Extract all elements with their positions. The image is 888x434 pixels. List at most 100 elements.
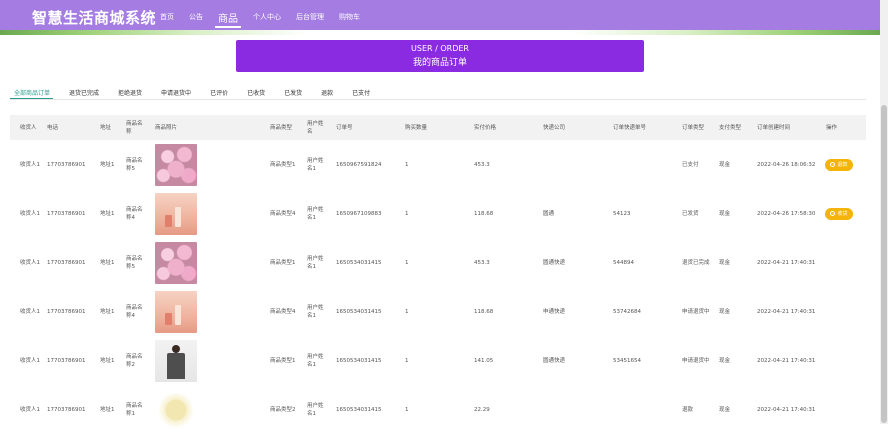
- banner-subtitle: USER / ORDER: [411, 44, 469, 53]
- col-header-tracking-no: 订单快递单号: [613, 124, 647, 131]
- cell-order-status: 申请退货中: [682, 357, 710, 364]
- cell-quantity: 1: [405, 308, 409, 315]
- cell-order-no: 1650967109883: [336, 210, 382, 217]
- cell-created-time: 2022-04-21 17:40:31: [757, 357, 816, 364]
- col-header-order-no: 订单号: [336, 124, 353, 131]
- cell-courier: 圆通快递: [543, 357, 566, 364]
- table-body: 收货人1 17703786901 地址1 商品名称5 商品类型1 用户姓名1 1650967…: [10, 140, 866, 434]
- table-row: 收货人1 17703786901 地址1 商品名称2 商品类型1 用户姓名1 1650534…: [10, 336, 866, 385]
- cell-receiver: 收货人1: [20, 161, 40, 168]
- cell-quantity: 1: [405, 210, 409, 217]
- cell-tracking-no: 544894: [613, 259, 634, 266]
- row-action-label: 收货: [837, 211, 848, 217]
- table-row: 收货人1 17703786901 地址1 商品名称4 商品类型4 用户姓名1 1650967…: [10, 189, 866, 238]
- cell-address: 地址1: [100, 210, 115, 217]
- cell-address: 地址1: [100, 357, 115, 364]
- cell-quantity: 1: [405, 161, 409, 168]
- cell-user-name: 用户姓名1: [307, 206, 324, 221]
- cell-created-time: 2022-04-21 17:40:31: [757, 259, 816, 266]
- cell-order-no: 1650967591824: [336, 161, 382, 168]
- tab-7[interactable]: 退款: [317, 86, 336, 99]
- table-row: 收货人1 17703786901 地址1 商品名称5 商品类型1 用户姓名1 1650534…: [10, 238, 866, 287]
- cell-courier: 圆通快递: [543, 259, 566, 266]
- product-image-person: [155, 340, 197, 382]
- product-image-cosmetics: [155, 193, 197, 235]
- cell-user-name: 用户姓名1: [307, 157, 324, 172]
- row-action-button[interactable]: ◦ 收货: [825, 207, 853, 220]
- col-header-order-status: 订单类型: [682, 124, 705, 131]
- cell-price: 22.29: [474, 406, 490, 413]
- cell-tracking-no: 53742684: [613, 308, 641, 315]
- site-title: 智慧生活商城系统: [32, 9, 157, 27]
- banner-title: 我的商品订单: [412, 58, 467, 68]
- nav-item-0[interactable]: 首页: [160, 12, 174, 22]
- cell-quantity: 1: [405, 406, 409, 413]
- product-image-roses: [155, 144, 197, 186]
- cell-phone: 17703786901: [47, 259, 86, 266]
- cell-product-name: 商品名称2: [126, 353, 143, 368]
- cell-order-status: 退货已完成: [682, 259, 710, 266]
- vertical-scrollbar[interactable]: [880, 0, 888, 424]
- table-row: 收货人1 17703786901 地址1 商品名称5 商品类型1 用户姓名1 1650967…: [10, 140, 866, 189]
- cell-receiver: 收货人1: [20, 406, 40, 413]
- cell-receiver: 收货人1: [20, 259, 40, 266]
- tab-5[interactable]: 已收货: [243, 86, 268, 99]
- cell-quantity: 1: [405, 259, 409, 266]
- col-header-address: 地址: [100, 124, 112, 131]
- cell-tracking-no: 54123: [613, 210, 631, 217]
- cell-pay-type: 现金: [719, 308, 731, 315]
- product-image-flower: [155, 389, 197, 431]
- cell-created-time: 2022-04-26 17:58:30: [757, 210, 816, 217]
- col-header-product-type: 商品类型: [270, 124, 293, 131]
- top-navbar: 智慧生活商城系统 首页 公告 商品 个人中心 后台管理 购物车: [0, 0, 880, 35]
- cell-user-name: 用户姓名1: [307, 304, 324, 319]
- row-action-button[interactable]: ◦ 退款: [825, 158, 853, 171]
- cell-courier: 圆通: [543, 210, 555, 217]
- cell-price: 118.68: [474, 210, 494, 217]
- product-image-cosmetics: [155, 291, 197, 333]
- cell-address: 地址1: [100, 259, 115, 266]
- cell-receiver: 收货人1: [20, 210, 40, 217]
- tab-1[interactable]: 退货已完成: [65, 86, 102, 99]
- header-decoration: [0, 30, 880, 35]
- cell-order-status: 申请退货中: [682, 308, 710, 315]
- cell-courier: 申通快递: [543, 308, 566, 315]
- tab-3[interactable]: 申请退货中: [157, 86, 194, 99]
- cell-product-name: 商品名称5: [126, 157, 143, 172]
- cell-pay-type: 现金: [719, 161, 731, 168]
- cell-address: 地址1: [100, 308, 115, 315]
- cell-address: 地址1: [100, 406, 115, 413]
- col-header-pay-type: 支付类型: [719, 124, 742, 131]
- cell-product-type: 商品类型2: [270, 406, 296, 413]
- cell-address: 地址1: [100, 161, 115, 168]
- tab-2[interactable]: 拒绝退货: [114, 86, 145, 99]
- cell-phone: 17703786901: [47, 161, 86, 168]
- orders-table: 收货人 电话 地址 商品名称 商品照片 商品类型 用户姓名 订单号 购买数量 实付价格 快递公司 订单…: [10, 115, 866, 434]
- table-row: 收货人1 17703786901 地址1 商品名称1 商品类型2 用户姓名1 1650534…: [10, 385, 866, 434]
- nav-item-5[interactable]: 购物车: [339, 12, 360, 22]
- cell-order-status: 已支付: [682, 161, 699, 168]
- cell-pay-type: 现金: [719, 357, 731, 364]
- col-header-courier: 快递公司: [543, 124, 566, 131]
- cell-product-type: 商品类型1: [270, 161, 296, 168]
- cell-order-status: 已发货: [682, 210, 699, 217]
- tab-4[interactable]: 已评价: [206, 86, 231, 99]
- cell-pay-type: 现金: [719, 210, 731, 217]
- nav-item-3[interactable]: 个人中心: [253, 12, 281, 22]
- cell-product-name: 商品名称4: [126, 206, 143, 221]
- nav-item-2[interactable]: 商品: [215, 10, 241, 28]
- col-header-price: 实付价格: [474, 124, 497, 131]
- cell-phone: 17703786901: [47, 406, 86, 413]
- col-header-created-time: 订单创建时间: [757, 124, 791, 131]
- tab-6[interactable]: 已发货: [280, 86, 305, 99]
- cell-product-name: 商品名称5: [126, 255, 143, 270]
- nav-item-1[interactable]: 公告: [189, 12, 203, 22]
- order-status-tabs: 全部商品订单 退货已完成 拒绝退货 申请退货中 已评价 已收货 已发货 退款 已支付: [10, 86, 866, 100]
- tab-0[interactable]: 全部商品订单: [10, 86, 54, 99]
- tab-8[interactable]: 已支付: [348, 86, 373, 99]
- nav-item-4[interactable]: 后台管理: [296, 12, 324, 22]
- cell-quantity: 1: [405, 357, 409, 364]
- cell-phone: 17703786901: [47, 210, 86, 217]
- scrollbar-thumb[interactable]: [881, 105, 887, 423]
- cell-receiver: 收货人1: [20, 308, 40, 315]
